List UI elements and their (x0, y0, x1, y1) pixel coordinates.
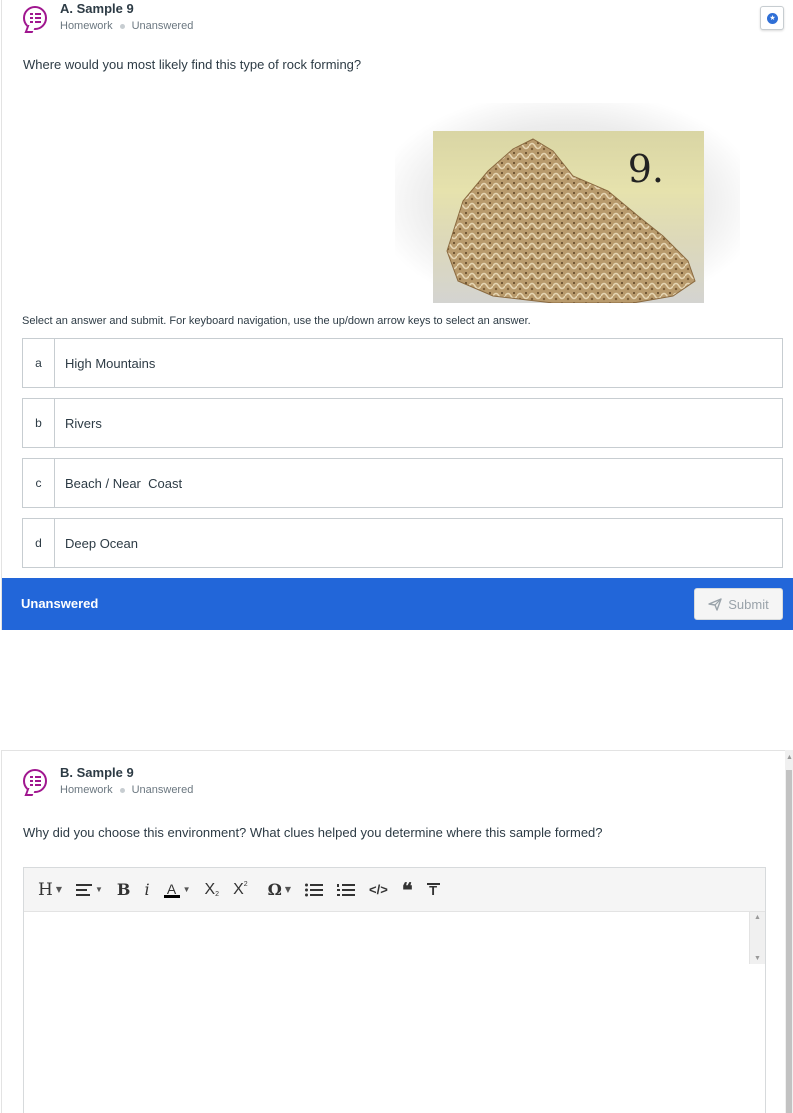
font-color-icon: A (163, 881, 180, 898)
special-character-button[interactable]: Ω ▼ (268, 878, 291, 902)
color-swatch (163, 895, 180, 898)
question-prompt: Why did you choose this environment? Wha… (23, 825, 603, 840)
chevron-down-icon: ▼ (94, 885, 103, 894)
clear-formatting-button[interactable]: T (426, 878, 440, 902)
align-left-icon (75, 883, 92, 896)
chevron-down-icon: ▼ (182, 885, 191, 894)
option-label: Beach / Near Coast (65, 475, 183, 491)
editor-text-area[interactable]: ▲ ▼ (24, 912, 765, 1113)
question-meta: Homework Unanswered (60, 784, 193, 796)
question-meta: Homework Unanswered (60, 20, 193, 32)
superscript-button[interactable]: X2 (233, 878, 248, 902)
star-flag-icon: ★ (767, 13, 778, 24)
question-card-a: A. Sample 9 Homework Unanswered ★ Where … (1, 0, 793, 630)
blockquote-button[interactable]: ❝ (402, 878, 413, 902)
option-label: Rivers (65, 415, 102, 431)
separator-dot (119, 23, 125, 29)
rich-text-editor: H ▼ ▼ B i A ▼ X2 X2 Ω ▼ </> ❝ T ▲ ▼ (23, 867, 766, 1113)
chevron-down-icon: ▼ (55, 885, 62, 894)
answer-status-text: Unanswered (21, 596, 99, 611)
editor-toolbar: H ▼ ▼ B i A ▼ X2 X2 Ω ▼ </> ❝ T (24, 868, 765, 912)
code-icon: </> (369, 882, 388, 897)
numbered-list-button[interactable] (337, 878, 356, 902)
option-letter: d (23, 519, 55, 567)
omega-icon: Ω (267, 880, 282, 899)
separator-dot (119, 787, 125, 793)
scroll-down-icon: ▼ (754, 955, 761, 962)
question-card-b: B. Sample 9 Homework Unanswered Why did … (1, 750, 793, 1113)
option-letter: b (23, 399, 55, 447)
code-button[interactable]: </> (369, 878, 388, 902)
question-status: Unanswered (131, 784, 194, 796)
scrollbar-thumb[interactable] (786, 770, 792, 1113)
bold-button[interactable]: B (117, 878, 131, 902)
clear-formatting-icon: T (426, 882, 440, 898)
list-bubble-icon (23, 6, 47, 30)
answer-option-c[interactable]: c Beach / Near Coast (22, 458, 783, 508)
question-title: B. Sample 9 (60, 765, 134, 780)
align-button[interactable]: ▼ (75, 878, 103, 902)
paper-plane-icon (708, 597, 722, 611)
quote-icon: ❝ (401, 877, 413, 902)
bullet-list-button[interactable] (305, 878, 324, 902)
font-color-button[interactable]: A ▼ (163, 878, 191, 902)
question-title: A. Sample 9 (60, 1, 134, 16)
subscript-button[interactable]: X2 (204, 878, 219, 902)
flag-question-button[interactable]: ★ (760, 6, 784, 30)
clear-format-letter: T (429, 882, 438, 898)
answer-instructions: Select an answer and submit. For keyboar… (22, 315, 531, 327)
answer-option-d[interactable]: d Deep Ocean (22, 518, 783, 568)
submit-label: Submit (728, 596, 769, 612)
italic-icon: i (144, 880, 150, 899)
chevron-down-icon: ▼ (284, 885, 292, 894)
option-letter: a (23, 339, 55, 387)
subscript-mark: 2 (215, 891, 220, 898)
question-status: Unanswered (131, 20, 194, 32)
question-category: Homework (60, 20, 113, 32)
italic-button[interactable]: i (144, 878, 149, 902)
heading-icon: H (38, 879, 53, 900)
answer-status-bar: Unanswered Submit (2, 578, 793, 630)
subscript-icon: X (204, 880, 216, 898)
question-category: Homework (60, 784, 113, 796)
option-label: High Mountains (65, 355, 156, 371)
scroll-up-icon: ▲ (786, 754, 793, 761)
answer-option-b[interactable]: b Rivers (22, 398, 783, 448)
sample-number-label: 9. (627, 147, 664, 191)
submit-button[interactable]: Submit (694, 588, 783, 620)
rock-image-frame: 9. (395, 103, 740, 303)
bold-icon: B (116, 880, 131, 899)
answer-option-a[interactable]: a High Mountains (22, 338, 783, 388)
rock-sample-image: 9. (433, 131, 704, 303)
option-letter: c (23, 459, 55, 507)
page-scrollbar[interactable]: ▲ (785, 750, 793, 1113)
heading-button[interactable]: H ▼ (38, 878, 62, 902)
list-bubble-icon (23, 769, 47, 793)
numbered-list-icon (337, 883, 356, 896)
superscript-mark: 2 (243, 881, 248, 888)
bullet-list-icon (305, 883, 324, 896)
superscript-icon: X (233, 880, 244, 898)
scroll-up-icon: ▲ (754, 914, 761, 921)
option-label: Deep Ocean (65, 535, 138, 551)
editor-scrollbar[interactable]: ▲ ▼ (749, 912, 765, 964)
question-prompt: Where would you most likely find this ty… (23, 57, 362, 72)
